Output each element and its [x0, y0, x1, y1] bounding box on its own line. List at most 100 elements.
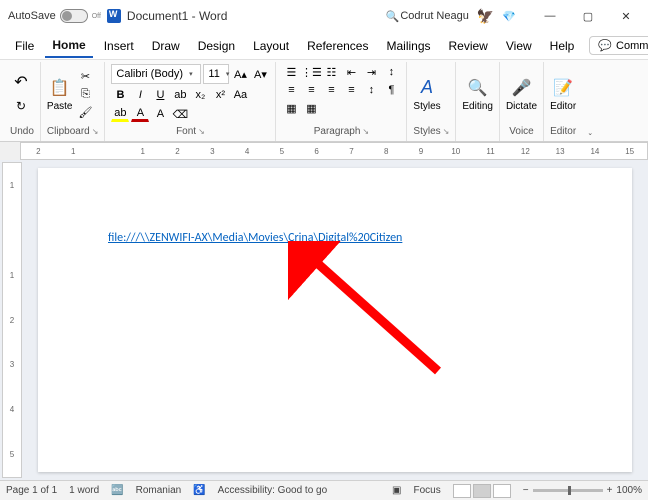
title-bar: AutoSave Off Document1 - Word 🔍 Codrut N…: [0, 0, 648, 32]
ribbon-collapse-icon[interactable]: ⌄: [587, 129, 593, 137]
expand-icon[interactable]: ↘: [92, 127, 99, 136]
expand-icon[interactable]: ↘: [198, 127, 205, 136]
user-name: Codrut Neagu: [400, 10, 469, 22]
increase-indent-icon[interactable]: ⇥: [362, 64, 380, 80]
font-name-select[interactable]: Calibri (Body)▾: [111, 64, 201, 84]
menu-file[interactable]: File: [8, 35, 41, 57]
menu-view[interactable]: View: [499, 35, 539, 57]
horizontal-ruler[interactable]: 21123456789101112131415: [20, 142, 648, 160]
accessibility-icon: ♿: [193, 485, 205, 496]
group-voice: 🎤 Dictate Voice: [500, 62, 544, 141]
superscript-button[interactable]: x²: [211, 87, 229, 103]
expand-icon[interactable]: ↘: [362, 127, 369, 136]
line-spacing-icon[interactable]: ↕: [362, 82, 380, 98]
underline-button[interactable]: U: [151, 87, 169, 103]
comments-button[interactable]: 💬 Comments ▾: [589, 36, 648, 55]
align-right-icon[interactable]: ≡: [322, 82, 340, 98]
numbering-icon[interactable]: ⋮☰: [302, 64, 320, 80]
user-avatar-icon[interactable]: 🦅: [477, 8, 494, 25]
diamond-icon[interactable]: 💎: [502, 10, 516, 23]
text-effects-icon[interactable]: A: [151, 106, 169, 122]
menu-design[interactable]: Design: [191, 35, 242, 57]
grow-font-icon[interactable]: A▴: [231, 66, 249, 82]
zoom-in-button[interactable]: +: [607, 485, 613, 496]
status-page[interactable]: Page 1 of 1: [6, 485, 57, 496]
menu-layout[interactable]: Layout: [246, 35, 296, 57]
cut-icon[interactable]: ✂: [76, 68, 94, 84]
undo-icon[interactable]: ↶: [10, 71, 32, 93]
status-focus[interactable]: Focus: [414, 485, 441, 496]
sort-icon[interactable]: ↕: [382, 64, 400, 80]
bullets-icon[interactable]: ☰: [282, 64, 300, 80]
focus-icon: ▣: [392, 485, 401, 496]
menu-mailings[interactable]: Mailings: [379, 35, 437, 57]
redo-icon[interactable]: ↻: [10, 95, 32, 117]
dictate-button[interactable]: 🎤 Dictate: [506, 77, 537, 112]
menu-review[interactable]: Review: [442, 35, 495, 57]
editor-button[interactable]: 📝 Editor: [550, 77, 576, 112]
comment-icon: 💬: [598, 39, 612, 52]
decrease-indent-icon[interactable]: ⇤: [342, 64, 360, 80]
print-layout-button[interactable]: [473, 484, 491, 498]
show-marks-icon[interactable]: ¶: [382, 82, 400, 98]
justify-icon[interactable]: ≡: [342, 82, 360, 98]
document-page[interactable]: file:///\\ZENWIFI-AX\Media\Movies\Crina\…: [38, 168, 632, 472]
shrink-font-icon[interactable]: A▾: [251, 66, 269, 82]
change-case-icon[interactable]: Aa: [231, 87, 249, 103]
expand-icon[interactable]: ↘: [443, 127, 450, 136]
styles-button[interactable]: A Styles: [413, 77, 440, 112]
zoom-level[interactable]: 100%: [616, 485, 642, 496]
search-icon[interactable]: 🔍: [384, 10, 400, 23]
copy-icon[interactable]: ⎘: [76, 86, 94, 102]
zoom-out-button[interactable]: −: [523, 485, 529, 496]
zoom-slider[interactable]: [533, 489, 603, 492]
web-layout-button[interactable]: [493, 484, 511, 498]
group-paragraph: ☰ ⋮☰ ☷ ⇤ ⇥ ↕ ≡ ≡ ≡ ≡ ↕ ¶ ▦ ▦ Paragraph↘: [276, 62, 407, 141]
save-icon[interactable]: [107, 9, 121, 23]
group-editor: 📝 Editor Editor: [544, 62, 582, 141]
bold-button[interactable]: B: [111, 87, 129, 103]
status-accessibility[interactable]: Accessibility: Good to go: [218, 485, 328, 496]
highlight-icon[interactable]: ab: [111, 106, 129, 122]
align-left-icon[interactable]: ≡: [282, 82, 300, 98]
font-color-icon[interactable]: A: [131, 106, 149, 122]
ruler-row: 21123456789101112131415: [0, 142, 648, 160]
read-mode-button[interactable]: [453, 484, 471, 498]
group-label-undo: Undo: [10, 124, 34, 139]
lang-icon: 🔤: [111, 485, 123, 496]
menu-insert[interactable]: Insert: [97, 35, 141, 57]
status-language[interactable]: Romanian: [136, 485, 182, 496]
close-button[interactable]: ✕: [608, 2, 644, 30]
annotation-arrow: [288, 241, 458, 381]
status-words[interactable]: 1 word: [69, 485, 99, 496]
multilevel-icon[interactable]: ☷: [322, 64, 340, 80]
format-painter-icon[interactable]: 🖌: [76, 104, 94, 120]
maximize-button[interactable]: ▢: [570, 2, 606, 30]
toggle-switch[interactable]: [60, 9, 88, 23]
editing-button[interactable]: 🔍 Editing: [462, 77, 493, 112]
subscript-button[interactable]: x₂: [191, 87, 209, 103]
align-center-icon[interactable]: ≡: [302, 82, 320, 98]
menu-home[interactable]: Home: [45, 34, 92, 58]
autosave-toggle[interactable]: AutoSave Off: [8, 9, 101, 23]
autosave-label: AutoSave: [8, 10, 56, 22]
status-bar: Page 1 of 1 1 word 🔤 Romanian ♿ Accessib…: [0, 480, 648, 500]
menu-draw[interactable]: Draw: [145, 35, 187, 57]
strike-button[interactable]: ab: [171, 87, 189, 103]
menu-bar: File Home Insert Draw Design Layout Refe…: [0, 32, 648, 60]
group-undo: ↶ ↻ Undo: [4, 62, 41, 141]
borders-icon[interactable]: ▦: [302, 100, 320, 116]
autosave-state: Off: [92, 13, 101, 20]
vertical-ruler[interactable]: 112345: [2, 162, 22, 478]
shading-icon[interactable]: ▦: [282, 100, 300, 116]
clear-format-icon[interactable]: ⌫: [171, 106, 189, 122]
menu-references[interactable]: References: [300, 35, 375, 57]
find-icon: 🔍: [467, 77, 489, 99]
hyperlink[interactable]: file:///\\ZENWIFI-AX\Media\Movies\Crina\…: [108, 231, 402, 245]
font-size-select[interactable]: 11▾: [203, 64, 229, 84]
paste-button[interactable]: 📋 Paste: [47, 77, 73, 112]
italic-button[interactable]: I: [131, 87, 149, 103]
minimize-button[interactable]: —: [532, 2, 568, 30]
menu-help[interactable]: Help: [543, 35, 582, 57]
group-styles: A Styles Styles↘: [407, 62, 456, 141]
